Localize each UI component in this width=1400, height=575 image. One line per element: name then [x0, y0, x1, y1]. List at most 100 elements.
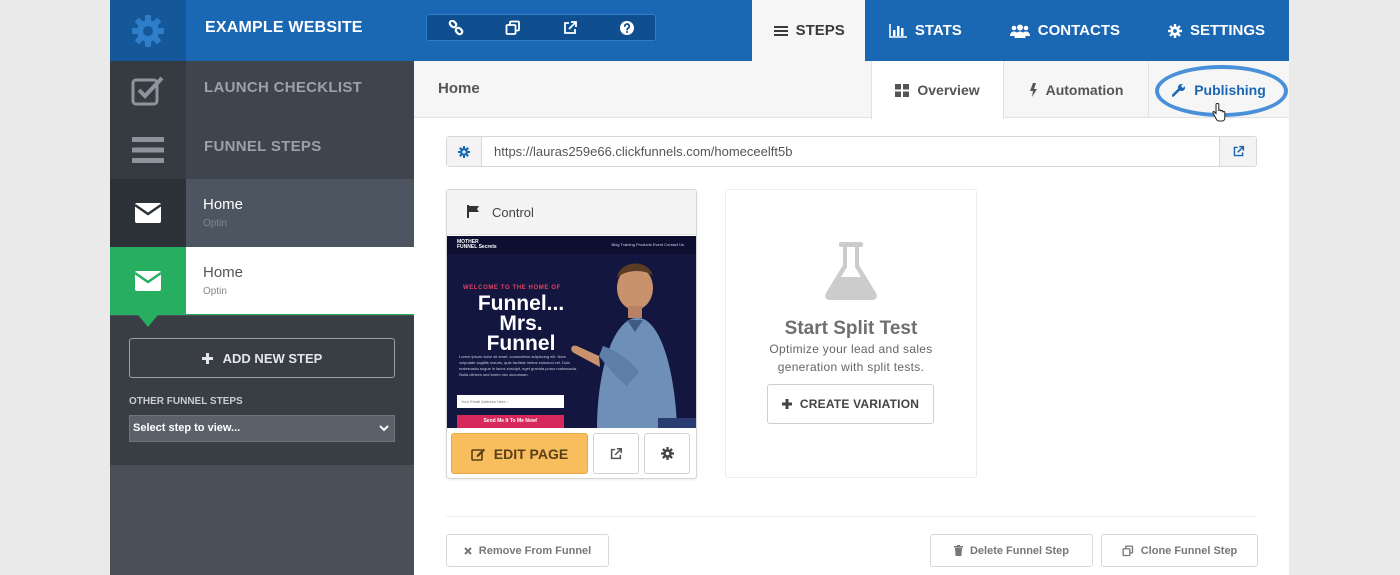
- nav-stats[interactable]: STATS: [865, 0, 986, 61]
- hand-cursor-icon: [1212, 103, 1226, 122]
- gear-icon: [660, 447, 674, 460]
- funnel-step-item-selected[interactable]: Home Optin: [110, 247, 414, 315]
- open-url-button[interactable]: [1219, 137, 1256, 166]
- remove-label: Remove From Funnel: [478, 544, 592, 557]
- clone-icon: [505, 20, 520, 35]
- add-new-step-button[interactable]: ADD NEW STEP: [129, 338, 395, 378]
- grid-icon: [895, 83, 910, 97]
- edit-icon: [470, 448, 485, 461]
- tab-automation-label: Automation: [1045, 81, 1124, 98]
- envelope-icon: [135, 203, 161, 223]
- edit-page-button[interactable]: EDIT PAGE: [451, 433, 588, 474]
- tab-overview-label: Overview: [917, 82, 980, 98]
- app-window: EXAMPLE WEBSITE STEPS STATS CONTACTS SET…: [110, 0, 1289, 575]
- external-link-icon: [563, 20, 577, 34]
- app-settings-button[interactable]: [110, 0, 186, 61]
- close-icon: [464, 546, 472, 555]
- nav-steps[interactable]: STEPS: [751, 0, 865, 61]
- nav-steps-label: STEPS: [795, 22, 845, 39]
- link-icon: [448, 19, 463, 35]
- sidebar-funnel-steps[interactable]: FUNNEL STEPS: [110, 120, 414, 179]
- plus-icon: [201, 352, 213, 364]
- nav-settings[interactable]: SETTINGS: [1144, 0, 1289, 61]
- nav-stats-label: STATS: [914, 22, 962, 39]
- split-test-description: Optimize your lead and sales generation …: [769, 342, 933, 374]
- flag-icon: [467, 205, 479, 218]
- url-settings-button[interactable]: [447, 137, 482, 166]
- top-bar: EXAMPLE WEBSITE STEPS STATS CONTACTS SET…: [110, 0, 1289, 61]
- hamburger-icon: [132, 136, 164, 163]
- remove-from-funnel-button[interactable]: Remove From Funnel: [446, 534, 609, 567]
- clone-button[interactable]: [484, 15, 541, 40]
- nav-contacts[interactable]: CONTACTS: [986, 0, 1144, 61]
- link-button[interactable]: [427, 15, 484, 40]
- launch-checklist-label: LAUNCH CHECKLIST: [204, 79, 363, 96]
- page-preview-thumbnail[interactable]: MOTHER FUNNEL Secrets Blog Training Prod…: [447, 236, 696, 428]
- tab-automation[interactable]: Automation: [1004, 61, 1148, 118]
- help-button[interactable]: [598, 15, 655, 40]
- control-variation-card: Control MOTHER FUNNEL Secrets Blog Train…: [446, 189, 697, 479]
- toolbar-icon-group: [426, 14, 656, 41]
- funnel-steps-label: FUNNEL STEPS: [204, 138, 322, 155]
- step-header: Home Overview Automation Publishing: [414, 61, 1289, 119]
- variation-label: Control: [492, 205, 534, 220]
- external-link-icon: [1233, 145, 1244, 157]
- split-test-card: Start Split Test Optimize your lead and …: [725, 189, 977, 478]
- gear-icon: [132, 14, 164, 47]
- clone-label: Clone Funnel Step: [1140, 544, 1238, 557]
- funnel-url[interactable]: https://lauras259e66.clickfunnels.com/ho…: [494, 137, 792, 166]
- tab-publishing-label: Publishing: [1194, 81, 1266, 98]
- checkbox-checked-icon: [131, 76, 164, 105]
- select-value: Select step to view...: [133, 422, 241, 434]
- main-nav: STEPS STATS CONTACTS SETTINGS: [751, 0, 1289, 61]
- other-funnel-steps-label: OTHER FUNNEL STEPS: [129, 396, 243, 407]
- sidebar-launch-checklist[interactable]: LAUNCH CHECKLIST: [110, 61, 414, 120]
- wrench-icon: [1172, 83, 1186, 97]
- tab-overview[interactable]: Overview: [871, 61, 1004, 119]
- sidebar-actions: ADD NEW STEP OTHER FUNNEL STEPS Select s…: [110, 316, 414, 465]
- card-header: Control: [447, 190, 696, 235]
- delete-label: Delete Funnel Step: [969, 544, 1070, 557]
- other-steps-select[interactable]: Select step to view...: [129, 415, 395, 442]
- funnel-step-title: Home: [203, 196, 244, 213]
- clone-funnel-step-button[interactable]: Clone Funnel Step: [1101, 534, 1258, 567]
- funnel-step-type: Optin: [203, 218, 227, 229]
- clone-icon: [1122, 544, 1133, 556]
- external-link-icon: [610, 447, 623, 459]
- funnel-step-title: Home: [203, 264, 244, 281]
- preview-page-button[interactable]: [593, 433, 639, 474]
- sidebar: LAUNCH CHECKLIST FUNNEL STEPS Home Optin: [110, 61, 414, 575]
- add-new-step-label: ADD NEW STEP: [222, 350, 323, 366]
- variation-settings-button[interactable]: [644, 433, 690, 474]
- create-variation-label: CREATE VARIATION: [799, 397, 920, 411]
- help-icon: [619, 20, 634, 35]
- preview-badge: [658, 418, 696, 428]
- nav-contacts-label: CONTACTS: [1037, 22, 1120, 39]
- open-site-button[interactable]: [541, 15, 598, 40]
- list-icon: [773, 25, 788, 36]
- card-actions: EDIT PAGE: [447, 428, 696, 478]
- gear-icon: [458, 145, 470, 158]
- funnel-step-item[interactable]: Home Optin: [110, 179, 414, 247]
- gear-icon: [1167, 23, 1182, 38]
- users-icon: [1009, 24, 1030, 38]
- main-panel: Home Overview Automation Publishing http…: [414, 61, 1289, 575]
- create-variation-button[interactable]: CREATE VARIATION: [767, 384, 934, 424]
- plus-icon: [781, 399, 792, 409]
- edit-page-label: EDIT PAGE: [493, 445, 569, 462]
- divider: [446, 516, 1257, 517]
- delete-funnel-step-button[interactable]: Delete Funnel Step: [930, 534, 1093, 567]
- funnel-url-bar: https://lauras259e66.clickfunnels.com/ho…: [446, 136, 1257, 167]
- bolt-icon: [1029, 82, 1037, 97]
- funnel-step-type: Optin: [203, 286, 227, 297]
- chevron-down-icon: [379, 425, 389, 432]
- trash-icon: [953, 545, 963, 556]
- site-title: EXAMPLE WEBSITE: [205, 19, 363, 36]
- page-title: Home: [438, 80, 480, 97]
- step-connector: [138, 315, 158, 327]
- envelope-icon: [135, 271, 161, 291]
- bar-chart-icon: [889, 23, 907, 38]
- split-test-title: Start Split Test: [784, 318, 918, 339]
- person-photo: [571, 263, 677, 428]
- flask-icon: [825, 242, 877, 300]
